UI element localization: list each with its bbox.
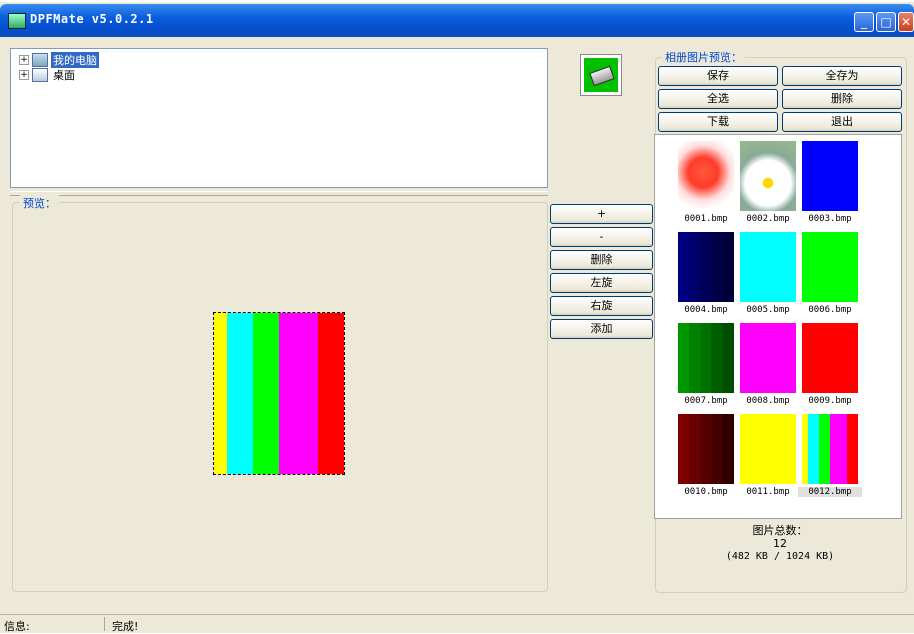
photo-frame-icon [584,58,618,92]
thumbnail-0012[interactable] [802,414,858,484]
status-bar: 信息: 完成! [0,614,914,633]
thumbnail-list[interactable]: 0001.bmp 0002.bmp 0003.bmp 0004.bmp 0005… [654,134,902,519]
app-window: DPFMate v5.0.2.1 _ □ ✕ + 我的电脑 + 桌面 预览： +… [0,2,914,633]
delete-button[interactable]: 删除 [782,89,902,109]
rotate-right-button[interactable]: 右旋 [550,296,653,316]
device-button[interactable] [580,54,622,96]
download-button[interactable]: 下载 [658,112,778,132]
title-bar[interactable]: DPFMate v5.0.2.1 _ □ ✕ [0,4,914,37]
status-separator [104,617,105,631]
thumbnail-label: 0007.bmp [684,396,728,406]
thumbnail-label: 0002.bmp [746,214,790,224]
preview-image [213,312,345,475]
add-button[interactable]: + [550,204,653,224]
thumbnail-0002[interactable] [740,141,796,211]
desktop-icon [32,68,48,82]
tree-item-label: 桌面 [53,69,75,82]
save-all-button[interactable]: 全存为 [782,66,902,86]
append-button[interactable]: 添加 [550,319,653,339]
app-icon [8,13,26,29]
thumbnail-label: 0009.bmp [808,396,852,406]
folder-tree[interactable]: + 我的电脑 + 桌面 [10,48,548,188]
thumbnail-label: 0001.bmp [684,214,728,224]
thumbnail-label: 0012.bmp [798,487,862,497]
thumbnail-0003[interactable] [802,141,858,211]
thumbnail-0006[interactable] [802,232,858,302]
total-info: 图片总数： 12 (482 KB / 1024 KB) [660,524,900,563]
thumbnail-label: 0010.bmp [684,487,728,497]
total-label: 图片总数： [752,524,808,537]
thumbnail-label: 0011.bmp [746,487,790,497]
thumbnail-0004[interactable] [678,232,734,302]
thumbnail-label: 0003.bmp [808,214,852,224]
window-title: DPFMate v5.0.2.1 [30,12,154,26]
thumbnail-label: 0008.bmp [746,396,790,406]
thumbnail-0001[interactable] [678,141,734,211]
total-size: (482 KB / 1024 KB) [725,551,835,562]
minimize-button[interactable]: _ [854,12,874,32]
expand-icon[interactable]: + [19,55,29,65]
exit-button[interactable]: 退出 [782,112,902,132]
thumbnail-label: 0005.bmp [746,305,790,315]
thumbnail-0010[interactable] [678,414,734,484]
tree-item-my-computer[interactable]: + 我的电脑 [19,52,99,68]
select-all-button[interactable]: 全选 [658,89,778,109]
tree-item-desktop[interactable]: + 桌面 [19,68,77,82]
rotate-left-button[interactable]: 左旋 [550,273,653,293]
expand-icon[interactable]: + [19,70,29,80]
thumbnail-0007[interactable] [678,323,734,393]
thumbnail-0009[interactable] [802,323,858,393]
album-group-label: 相册图片预览： [662,49,745,65]
splitter[interactable] [10,191,548,196]
save-button[interactable]: 保存 [658,66,778,86]
thumbnail-label: 0006.bmp [808,305,852,315]
remove-button[interactable]: 删除 [550,250,653,270]
tree-item-label: 我的电脑 [51,52,99,68]
thumbnail-0005[interactable] [740,232,796,302]
computer-icon [32,53,48,67]
total-count: 12 [773,537,787,550]
thumbnail-0008[interactable] [740,323,796,393]
thumbnail-0011[interactable] [740,414,796,484]
preview-group-label: 预览： [20,195,59,211]
minus-button[interactable]: - [550,227,653,247]
close-button[interactable]: ✕ [898,12,914,32]
thumbnail-label: 0004.bmp [684,305,728,315]
maximize-button[interactable]: □ [876,12,896,32]
